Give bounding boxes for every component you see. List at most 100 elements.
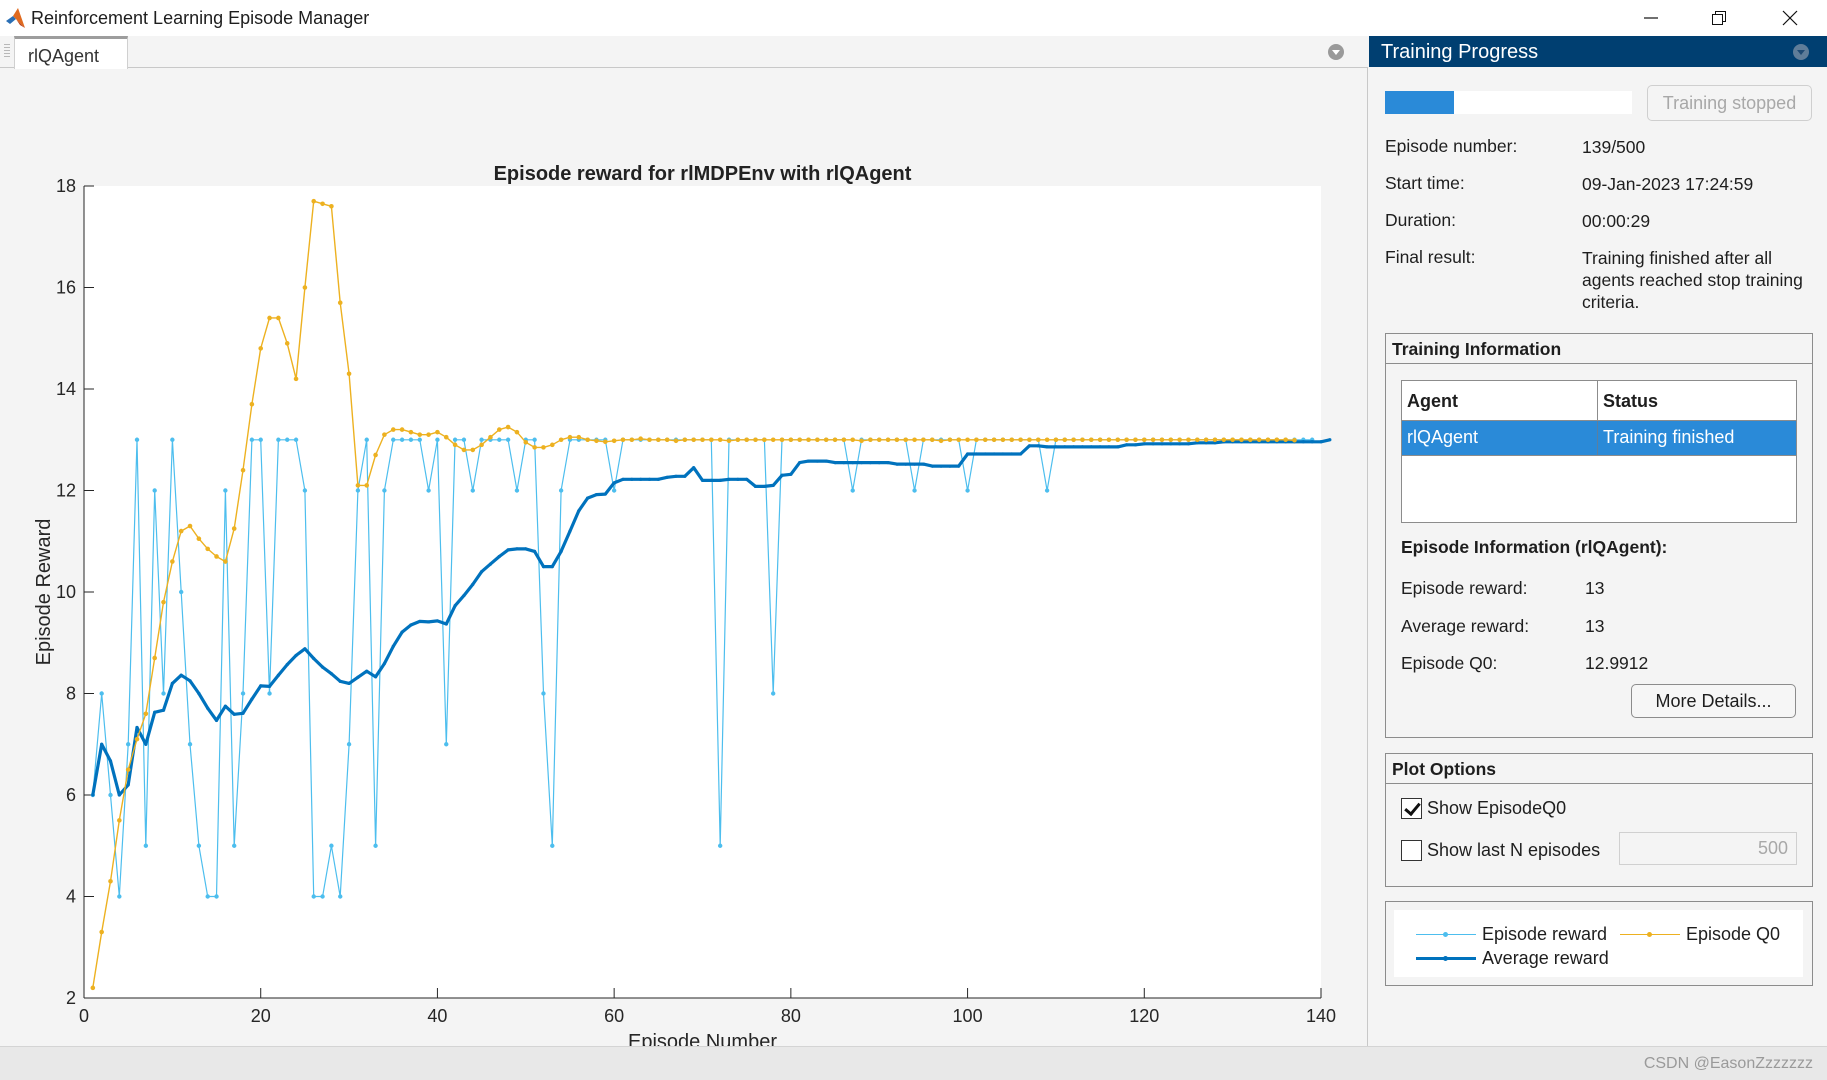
show-episode-q0-option[interactable]: Show EpisodeQ0 xyxy=(1401,798,1566,819)
episode-reward-point xyxy=(249,437,255,442)
episode-reward-point xyxy=(125,742,131,747)
episode-reward-point xyxy=(117,894,122,899)
episode-q0-point xyxy=(929,437,935,443)
average-reward-point xyxy=(948,464,952,468)
episode-q0-point xyxy=(717,437,723,443)
average-reward-point xyxy=(983,452,987,456)
x-tick-label: 80 xyxy=(781,1006,801,1026)
episode-q0-point xyxy=(532,445,537,450)
average-reward-point xyxy=(1125,443,1129,447)
episode-reward-point xyxy=(373,843,378,848)
legend-box: Episode reward Episode Q0 Average reward xyxy=(1385,901,1813,986)
average-reward-point xyxy=(718,478,722,482)
reward-chart: Episode reward for rlMDPEnv with rlQAgen… xyxy=(33,163,1336,1053)
last-n-episodes-input[interactable]: 500 xyxy=(1619,832,1797,865)
x-tick-label: 60 xyxy=(604,1006,624,1026)
average-reward-point xyxy=(665,475,669,479)
minimize-button[interactable] xyxy=(1617,0,1685,36)
episode-reward-point xyxy=(497,437,502,442)
field-label: Final result: xyxy=(1385,247,1476,267)
episode-q0-point xyxy=(452,442,458,448)
average-reward-point xyxy=(700,478,705,482)
average-reward-point xyxy=(904,462,908,466)
episode-q0-point xyxy=(956,437,962,443)
table-header: Agent Status xyxy=(1402,381,1796,421)
episode-q0-point xyxy=(1159,437,1165,443)
x-tick-label: 120 xyxy=(1129,1006,1159,1026)
document-area: rlQAgent Episode reward for rlMDPEnv wit… xyxy=(0,36,1368,1053)
episode-q0-point xyxy=(1177,437,1182,443)
episode-q0-point xyxy=(1186,437,1191,443)
checkbox-label: Show EpisodeQ0 xyxy=(1427,798,1567,818)
episode-reward-point xyxy=(717,843,723,848)
episode-q0-point xyxy=(823,437,829,443)
episode-q0-point xyxy=(196,536,202,542)
x-tick-label: 100 xyxy=(953,1006,983,1026)
episode-reward-point xyxy=(134,437,140,442)
episode-q0-point xyxy=(647,437,652,443)
average-reward-point xyxy=(930,464,934,468)
episode-reward-point xyxy=(99,691,104,696)
episode-reward-point xyxy=(426,488,431,493)
episode-q0-point xyxy=(205,546,210,552)
episode-reward-point xyxy=(382,488,387,493)
average-reward-point xyxy=(285,662,289,667)
episode-reward-point xyxy=(293,437,299,442)
episode-q0-point xyxy=(399,427,405,432)
episode-reward-point xyxy=(143,843,149,848)
collapse-panel-icon[interactable] xyxy=(1793,44,1809,60)
average-reward-point xyxy=(877,460,881,465)
column-header-agent: Agent xyxy=(1402,381,1598,420)
episode-q0-field: Episode Q0: 12.9912 xyxy=(1401,653,1648,674)
legend-average-reward: Average reward xyxy=(1416,948,1609,969)
checkbox-label: Show last N episodes xyxy=(1427,840,1601,860)
episode-q0-point xyxy=(921,437,926,443)
average-reward-point xyxy=(939,464,943,468)
average-reward-point xyxy=(100,742,104,746)
average-reward-point xyxy=(276,673,280,677)
episode-reward-point xyxy=(505,437,511,442)
episode-reward-point xyxy=(223,488,228,493)
plot-options-title: Plot Options xyxy=(1386,754,1812,784)
episode-reward-point xyxy=(479,437,484,442)
chart-title: Episode reward for rlMDPEnv with rlQAgen… xyxy=(494,163,912,185)
episode-q0-point xyxy=(231,526,237,531)
tab-rlqagent[interactable]: rlQAgent xyxy=(14,36,128,69)
episode-q0-point xyxy=(346,371,352,377)
episode-q0-point xyxy=(788,437,794,443)
average-reward-point xyxy=(250,697,254,701)
show-last-n-option[interactable]: Show last N episodes xyxy=(1401,840,1600,861)
average-reward-point xyxy=(957,464,961,468)
episode-q0-point xyxy=(682,437,688,443)
episode-q0-point xyxy=(1274,437,1280,443)
average-reward-point xyxy=(435,619,440,623)
episode-q0-point xyxy=(1080,437,1085,443)
show-episode-q0-checkbox[interactable] xyxy=(1401,798,1422,819)
episode-q0-point xyxy=(832,437,838,443)
episode-q0-point xyxy=(1195,437,1200,443)
episode-q0-point xyxy=(806,437,811,443)
tab-menu-icon[interactable] xyxy=(1328,44,1344,60)
restore-button[interactable] xyxy=(1685,0,1753,36)
episode-reward-point xyxy=(850,488,855,493)
average-reward-point xyxy=(1301,440,1305,444)
show-last-n-checkbox[interactable] xyxy=(1401,840,1422,861)
close-button[interactable] xyxy=(1756,0,1824,36)
episode-q0-point xyxy=(505,424,511,430)
training-stopped-button[interactable]: Training stopped xyxy=(1647,85,1812,121)
more-details-button[interactable]: More Details... xyxy=(1631,684,1796,718)
episode-reward-swatch-icon xyxy=(1416,930,1476,940)
episode-q0-point xyxy=(1115,437,1121,443)
average-reward-point xyxy=(921,462,925,466)
episode-reward-point xyxy=(232,843,237,848)
episode-q0-point xyxy=(603,439,608,445)
table-row[interactable]: rlQAgent Training finished xyxy=(1402,421,1796,456)
field-value: 09-Jan-2023 17:24:59 xyxy=(1582,174,1754,194)
episode-reward-point xyxy=(267,691,272,696)
episode-q0-point xyxy=(240,467,246,473)
drag-grip-icon[interactable] xyxy=(4,44,10,58)
progress-fill xyxy=(1385,91,1454,114)
average-reward-point xyxy=(144,742,148,746)
training-information-title: Training Information xyxy=(1386,334,1812,364)
average-reward-point xyxy=(647,477,652,481)
